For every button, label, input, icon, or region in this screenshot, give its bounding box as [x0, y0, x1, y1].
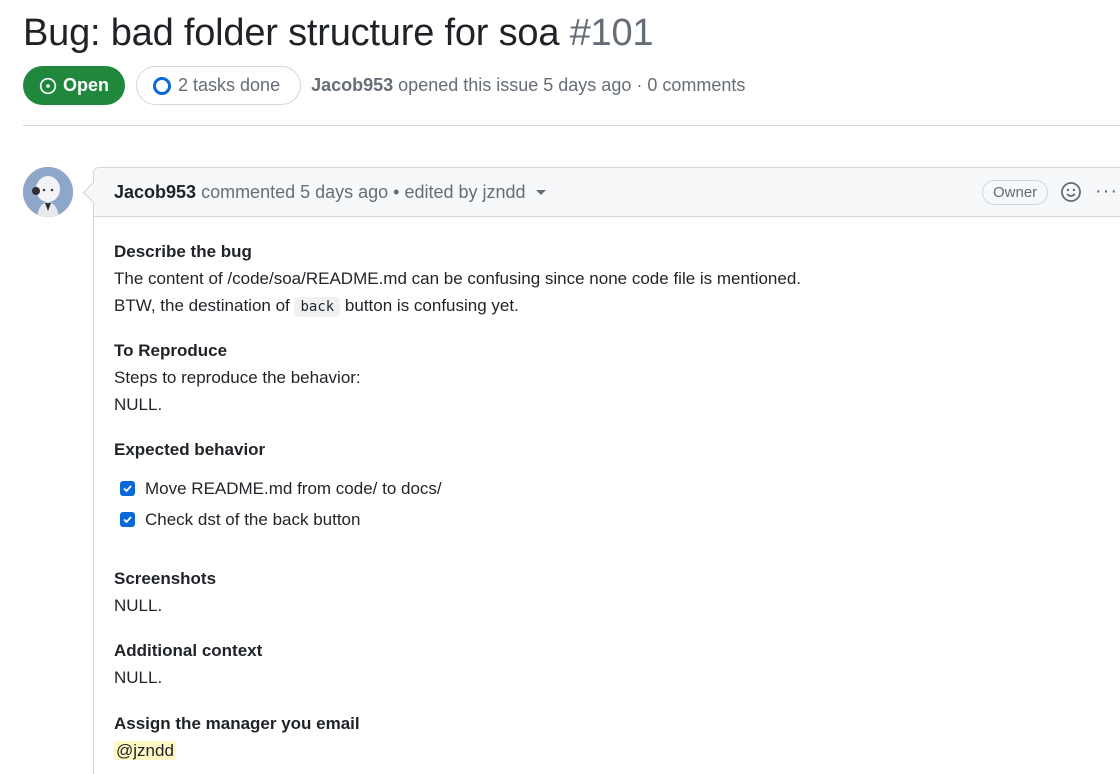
context-text: NULL.	[114, 668, 163, 687]
issue-author-link[interactable]: Jacob953	[311, 75, 393, 95]
describe-heading: Describe the bug	[114, 242, 252, 261]
progress-ring-icon	[153, 76, 172, 95]
describe-line2-post: button is confusing yet.	[340, 296, 519, 315]
section-context: Additional context NULL.	[114, 637, 262, 691]
issue-open-icon	[39, 77, 57, 94]
expected-heading: Expected behavior	[114, 440, 266, 459]
back-code: back	[294, 297, 341, 317]
describe-line1: The content of /code/soa/README.md can b…	[114, 269, 802, 288]
opened-info: Jacob953 opened this issue 5 days ago · …	[311, 75, 745, 96]
task-label: Check dst of the back button	[145, 510, 361, 529]
avatar-image-icon	[23, 167, 73, 217]
avatar[interactable]	[23, 167, 73, 217]
user-mention-link[interactable]: @jzndd	[114, 741, 176, 760]
owner-badge: Owner	[982, 180, 1049, 205]
tasks-progress-badge[interactable]: 2 tasks done	[136, 66, 302, 105]
tasks-label: 2 tasks done	[178, 75, 281, 95]
comment-box: Jacob953 commented 5 days ago • edited b…	[93, 167, 1120, 774]
issue-number: #101	[569, 12, 654, 54]
context-heading: Additional context	[114, 641, 263, 660]
comment-author-link[interactable]: Jacob953	[114, 182, 196, 203]
reproduce-line2: NULL.	[114, 395, 163, 414]
section-describe: Describe the bug The content of /code/so…	[114, 238, 801, 321]
add-reaction-icon[interactable]	[1060, 181, 1082, 203]
edit-history-dropdown-icon[interactable]	[535, 189, 546, 195]
section-reproduce: To Reproduce Steps to reproduce the beha…	[114, 337, 361, 418]
checkbox-checked-icon[interactable]	[120, 512, 135, 527]
assign-heading: Assign the manager you email	[114, 714, 360, 733]
reproduce-heading: To Reproduce	[114, 341, 228, 360]
comment-header: Jacob953 commented 5 days ago • edited b…	[94, 168, 1120, 217]
opened-text: opened this issue 5 days ago · 0 comment…	[398, 75, 746, 95]
task-label: Move README.md from code/ to docs/	[145, 479, 442, 498]
describe-line2-pre: BTW, the destination of	[114, 296, 295, 315]
issue-page: Bug: bad folder structure for soa #101 O…	[0, 0, 1120, 774]
screenshots-heading: Screenshots	[114, 569, 217, 588]
screenshots-text: NULL.	[114, 596, 163, 615]
checkbox-checked-icon[interactable]	[120, 481, 135, 496]
state-badge: Open	[23, 66, 126, 105]
issue-title: Bug: bad folder structure for soa #101	[23, 8, 654, 58]
section-expected: Expected behavior Move README.md from co…	[114, 436, 442, 535]
issue-title-text: Bug: bad folder structure for soa	[23, 12, 560, 54]
comment-meta: commented 5 days ago • edited by jzndd	[201, 181, 526, 202]
section-assign: Assign the manager you email @jzndd	[114, 710, 360, 764]
task-item: Move README.md from code/ to docs/	[114, 473, 442, 504]
section-screenshots: Screenshots NULL.	[114, 565, 216, 619]
more-options-icon[interactable]: ···	[1095, 180, 1118, 202]
header-divider	[23, 125, 1120, 126]
reproduce-line1: Steps to reproduce the behavior:	[114, 368, 361, 387]
issue-meta: Open 2 tasks done Jacob953 opened this i…	[23, 66, 745, 105]
task-item: Check dst of the back button	[114, 504, 442, 535]
describe-line2: BTW, the destination of back button is c…	[114, 292, 801, 321]
state-label: Open	[63, 75, 110, 95]
